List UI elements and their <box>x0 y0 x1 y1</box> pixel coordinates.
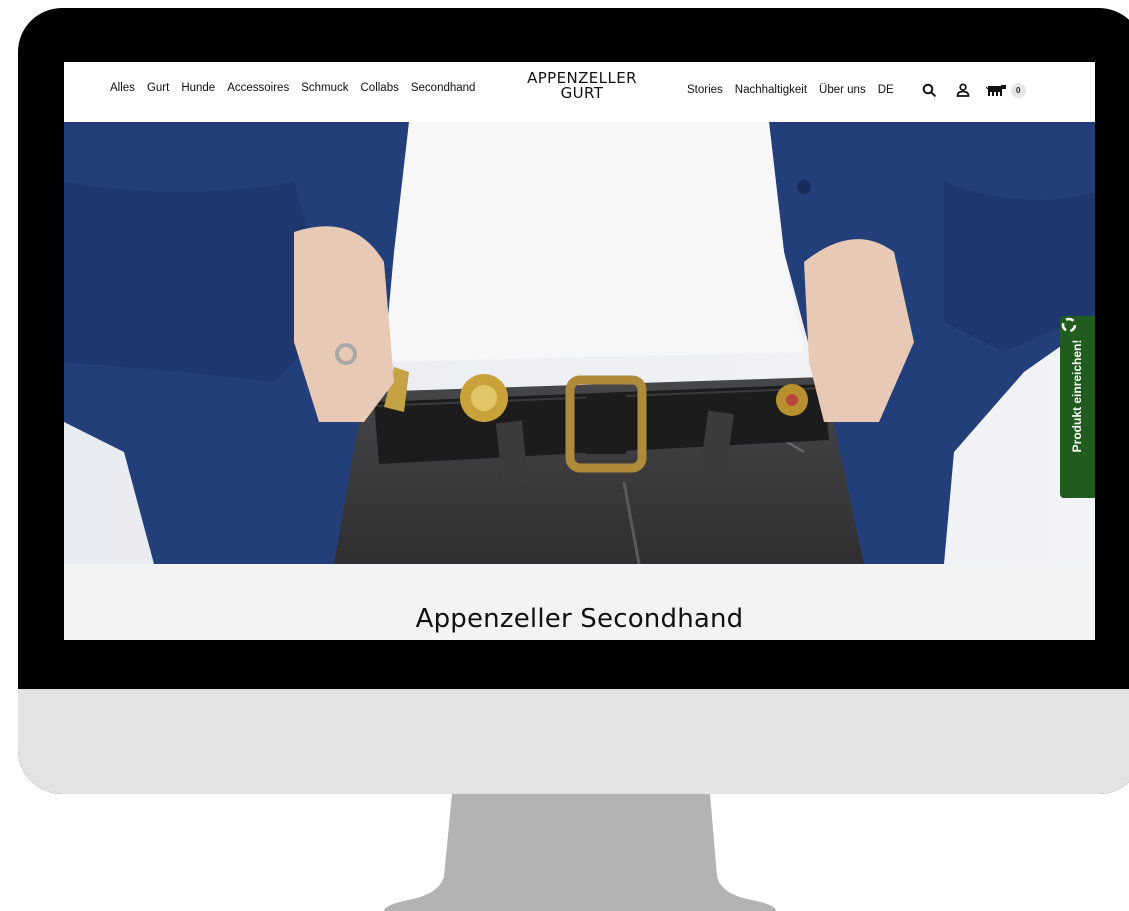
nav-item-ueber-uns[interactable]: Über uns <box>819 83 866 97</box>
user-icon[interactable] <box>952 81 974 99</box>
nav-item-secondhand[interactable]: Secondhand <box>411 81 476 95</box>
site-header: Alles Gurt Hunde Accessoires Schmuck Col… <box>64 62 1095 122</box>
nav-item-gurt[interactable]: Gurt <box>147 81 169 95</box>
submit-product-tab[interactable]: Produkt einreichen! <box>1060 316 1095 498</box>
nav-right: Stories Nachhaltigkeit Über uns DE 0 <box>687 81 1026 99</box>
recycle-icon <box>1061 317 1077 333</box>
logo-line-2: GURT <box>560 84 604 102</box>
nav-item-schmuck[interactable]: Schmuck <box>301 81 348 95</box>
nav-item-hunde[interactable]: Hunde <box>181 81 215 95</box>
monitor-stand <box>384 794 776 911</box>
nav-item-nachhaltigkeit[interactable]: Nachhaltigkeit <box>735 83 807 97</box>
submit-product-label: Produkt einreichen! <box>1070 339 1084 453</box>
browser-screen: Alles Gurt Hunde Accessoires Schmuck Col… <box>64 62 1095 640</box>
language-switch[interactable]: DE <box>878 83 894 97</box>
nav-item-alles[interactable]: Alles <box>110 81 135 95</box>
nav-item-collabs[interactable]: Collabs <box>361 81 399 95</box>
monitor-chin <box>18 689 1129 794</box>
hero-illustration <box>64 122 1095 564</box>
section-title: Appenzeller Secondhand <box>415 604 744 634</box>
hero-image: Produkt einreichen! <box>64 122 1095 564</box>
nav-item-stories[interactable]: Stories <box>687 83 723 97</box>
search-icon[interactable] <box>918 81 940 99</box>
cart-count-badge: 0 <box>1010 82 1026 98</box>
nav-left: Alles Gurt Hunde Accessoires Schmuck Col… <box>110 81 487 95</box>
cow-cart-icon[interactable]: 0 <box>985 81 1026 99</box>
section-intro: Appenzeller Secondhand <box>64 564 1095 640</box>
site-logo[interactable]: APPENZELLER GURT <box>519 71 645 101</box>
nav-item-accessoires[interactable]: Accessoires <box>227 81 289 95</box>
